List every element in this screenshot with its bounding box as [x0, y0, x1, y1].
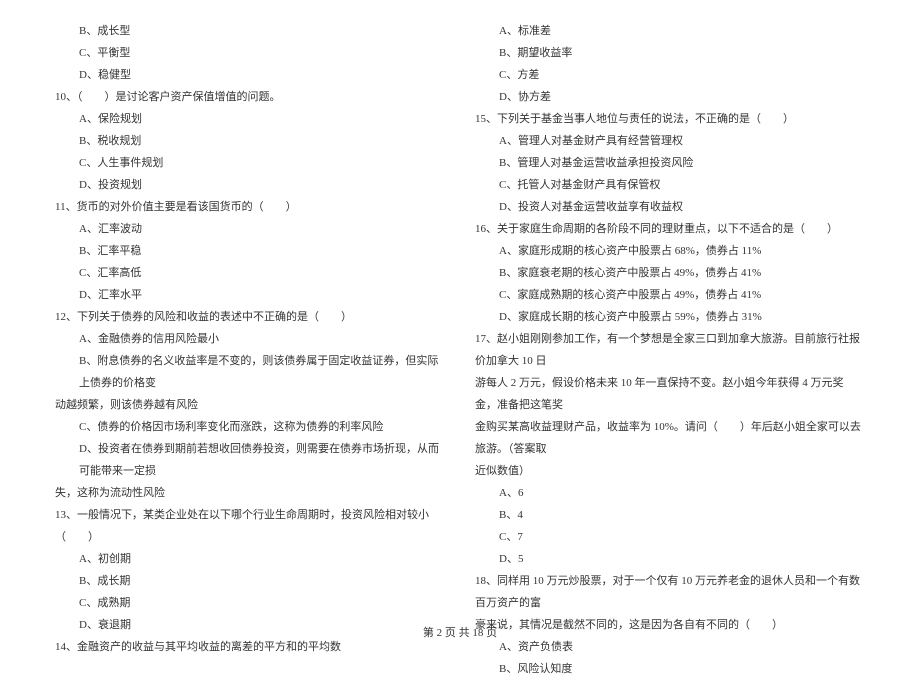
text-line: C、汇率高低	[55, 262, 445, 284]
text-line: D、稳健型	[55, 64, 445, 86]
text-line: A、汇率波动	[55, 218, 445, 240]
text-line: B、管理人对基金运营收益承担投资风险	[475, 152, 865, 174]
right-column: A、标准差B、期望收益率C、方差D、协方差15、下列关于基金当事人地位与责任的说…	[460, 20, 880, 620]
text-line: C、7	[475, 526, 865, 548]
text-line: B、成长型	[55, 20, 445, 42]
text-line: C、平衡型	[55, 42, 445, 64]
text-line: B、税收规划	[55, 130, 445, 152]
text-line: D、投资人对基金运营收益享有收益权	[475, 196, 865, 218]
text-line: 动越频繁，则该债券越有风险	[55, 394, 445, 416]
text-line: A、6	[475, 482, 865, 504]
text-line: 18、同样用 10 万元炒股票，对于一个仅有 10 万元养老金的退休人员和一个有…	[475, 570, 865, 614]
text-line: 金购买某高收益理财产品，收益率为 10%。请问（ ）年后赵小姐全家可以去旅游。（…	[475, 416, 865, 460]
text-line: B、风险认知度	[475, 658, 865, 680]
text-line: 11、货币的对外价值主要是看该国货币的（ ）	[55, 196, 445, 218]
text-line: C、方差	[475, 64, 865, 86]
page-footer: 第 2 页 共 18 页	[0, 624, 920, 640]
text-line: A、标准差	[475, 20, 865, 42]
left-column: B、成长型C、平衡型D、稳健型10、（ ）是讨论客户资产保值增值的问题。A、保险…	[40, 20, 460, 620]
text-line: 失，这称为流动性风险	[55, 482, 445, 504]
text-line: B、家庭衰老期的核心资产中股票占 49%，债券占 41%	[475, 262, 865, 284]
text-line: D、家庭成长期的核心资产中股票占 59%，债券占 31%	[475, 306, 865, 328]
text-line: B、附息债券的名义收益率是不变的，则该债券属于固定收益证券，但实际上债券的价格变	[55, 350, 445, 394]
text-line: D、汇率水平	[55, 284, 445, 306]
text-line: 16、关于家庭生命周期的各阶段不同的理财重点，以下不适合的是（ ）	[475, 218, 865, 240]
text-line: 近似数值）	[475, 460, 865, 482]
text-line: C、人生事件规划	[55, 152, 445, 174]
text-line: A、家庭形成期的核心资产中股票占 68%，债券占 11%	[475, 240, 865, 262]
text-line: C、成熟期	[55, 592, 445, 614]
text-line: 17、赵小姐刚刚参加工作，有一个梦想是全家三口到加拿大旅游。目前旅行社报价加拿大…	[475, 328, 865, 372]
text-line: B、4	[475, 504, 865, 526]
text-line: A、管理人对基金财产具有经营管理权	[475, 130, 865, 152]
text-line: C、家庭成熟期的核心资产中股票占 49%，债券占 41%	[475, 284, 865, 306]
text-line: 13、一般情况下，某类企业处在以下哪个行业生命周期时，投资风险相对较小（ ）	[55, 504, 445, 548]
text-line: C、托管人对基金财产具有保管权	[475, 174, 865, 196]
text-line: B、汇率平稳	[55, 240, 445, 262]
text-line: C、债券的价格因市场利率变化而涨跌，这称为债券的利率风险	[55, 416, 445, 438]
text-line: D、投资者在债券到期前若想收回债券投资，则需要在债券市场折现，从而可能带来一定损	[55, 438, 445, 482]
text-line: A、保险规划	[55, 108, 445, 130]
text-line: B、期望收益率	[475, 42, 865, 64]
text-line: 15、下列关于基金当事人地位与责任的说法，不正确的是（ ）	[475, 108, 865, 130]
text-line: D、5	[475, 548, 865, 570]
text-line: A、金融债券的信用风险最小	[55, 328, 445, 350]
text-line: D、协方差	[475, 86, 865, 108]
text-line: D、投资规划	[55, 174, 445, 196]
text-line: 游每人 2 万元，假设价格未来 10 年一直保持不变。赵小姐今年获得 4 万元奖…	[475, 372, 865, 416]
text-line: 10、（ ）是讨论客户资产保值增值的问题。	[55, 86, 445, 108]
text-line: A、初创期	[55, 548, 445, 570]
text-line: B、成长期	[55, 570, 445, 592]
text-line: 12、下列关于债券的风险和收益的表述中不正确的是（ ）	[55, 306, 445, 328]
